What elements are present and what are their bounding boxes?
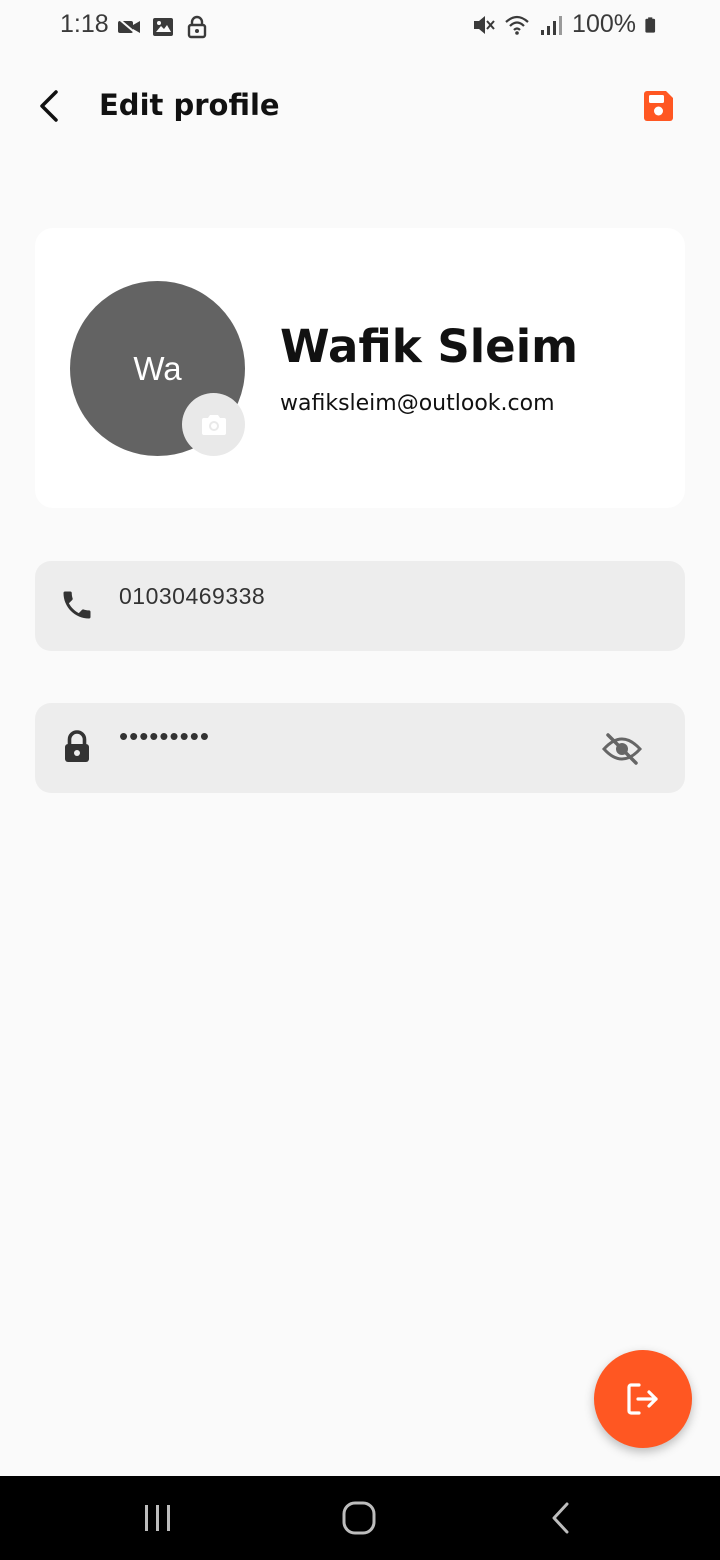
back-arrow-icon [40, 90, 58, 122]
wifi-icon [505, 15, 529, 35]
toggle-password-visibility-button[interactable] [601, 729, 643, 769]
profile-email: wafiksleim@outlook.com [280, 391, 555, 416]
back-button[interactable] [28, 82, 72, 130]
edit-profile-screen: 1:18 100% Edit profile Wa Wafik Sleim wa… [0, 0, 720, 1560]
profile-name: Wafik Sleim [280, 320, 579, 373]
home-button[interactable] [329, 1496, 389, 1540]
lock-icon [65, 730, 89, 762]
page-title: Edit profile [99, 88, 280, 122]
status-system-icons: 100% [470, 10, 662, 39]
logout-icon [627, 1383, 658, 1415]
back-icon [552, 1502, 569, 1534]
signal-icon [541, 15, 563, 35]
system-back-button[interactable] [531, 1496, 591, 1540]
password-value: ••••••••• [119, 721, 210, 751]
image-icon [153, 18, 173, 36]
phone-field[interactable]: 01030469338 [35, 561, 685, 651]
recents-icon [145, 1505, 170, 1531]
status-bar: 1:18 100% [0, 0, 720, 52]
profile-card: Wa Wafik Sleim wafiksleim@outlook.com [35, 228, 685, 508]
home-icon [342, 1501, 376, 1535]
battery-level: 100% [572, 10, 636, 38]
logout-button[interactable] [594, 1350, 692, 1448]
status-notification-icons [116, 14, 210, 40]
battery-icon [645, 16, 656, 33]
avatar-initials: Wa [133, 349, 182, 387]
save-button[interactable] [636, 84, 680, 128]
system-navigation-bar [0, 1476, 720, 1560]
change-photo-button[interactable] [182, 393, 245, 456]
lock-icon [187, 15, 207, 39]
status-time: 1:18 [60, 10, 109, 38]
app-bar: Edit profile [0, 70, 720, 142]
phone-value: 01030469338 [119, 583, 266, 609]
recents-button[interactable] [128, 1496, 188, 1540]
video-call-icon [118, 18, 140, 37]
camera-icon [201, 414, 226, 435]
phone-icon [63, 591, 91, 619]
password-field[interactable]: ••••••••• [35, 703, 685, 793]
eye-off-icon [602, 733, 642, 765]
save-icon [644, 91, 673, 121]
mute-icon [474, 15, 495, 34]
